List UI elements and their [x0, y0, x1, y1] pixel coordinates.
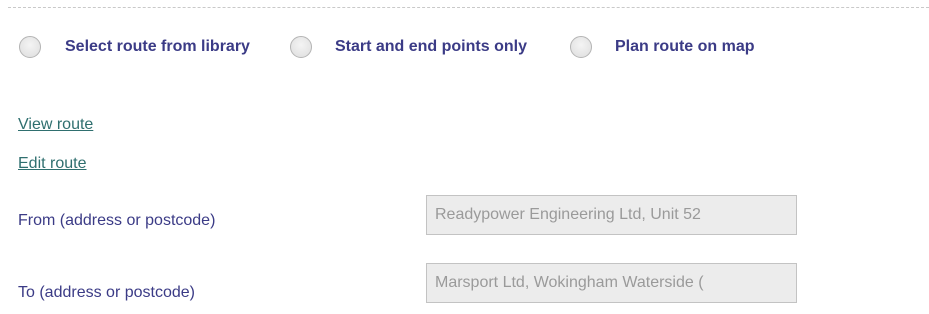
radio-button-circle[interactable] — [19, 36, 41, 58]
from-address-label: From (address or postcode) — [18, 212, 216, 229]
to-address-label: To (address or postcode) — [18, 284, 195, 301]
radio-select-route-from-library[interactable]: Select route from library — [19, 36, 250, 58]
view-route-link[interactable]: View route — [18, 116, 93, 134]
radio-button-circle[interactable] — [289, 36, 312, 58]
radio-label-start-and-end-points-only[interactable]: Start and end points only — [335, 38, 527, 56]
route-mode-radio-group: Select route from library Start and end … — [19, 34, 755, 60]
from-address-input[interactable] — [426, 195, 797, 235]
to-address-input[interactable] — [426, 263, 797, 303]
radio-button-circle[interactable] — [569, 36, 592, 58]
radio-plan-route-on-map[interactable]: Plan route on map — [569, 36, 755, 58]
radio-start-and-end-points-only[interactable]: Start and end points only — [289, 36, 527, 58]
radio-label-select-route-from-library[interactable]: Select route from library — [65, 38, 250, 56]
edit-route-link[interactable]: Edit route — [18, 155, 86, 173]
top-divider — [8, 7, 929, 8]
radio-label-plan-route-on-map[interactable]: Plan route on map — [615, 38, 755, 56]
